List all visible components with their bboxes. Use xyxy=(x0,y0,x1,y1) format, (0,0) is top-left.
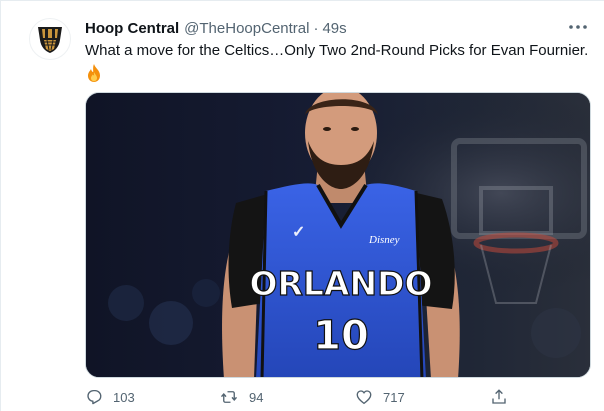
svg-text:✓: ✓ xyxy=(292,224,305,241)
user-handle[interactable]: @TheHoopCentral xyxy=(184,20,309,37)
like-button[interactable]: 717 xyxy=(355,388,405,406)
tweet-timestamp[interactable]: 49s xyxy=(322,20,346,37)
heart-icon xyxy=(356,390,372,405)
like-count: 717 xyxy=(383,389,405,405)
retweet-button[interactable]: 94 xyxy=(219,388,263,406)
player-photo: ✓ Disney ORLANDO 10 xyxy=(86,93,590,377)
tweet-header: Hoop Central @TheHoopCentral · 49s xyxy=(85,18,564,38)
retweet-icon xyxy=(220,391,238,403)
jersey-number: 10 xyxy=(313,313,369,359)
more-icon xyxy=(569,25,587,29)
tweet-text: What a move for the Celtics…Only Two 2nd… xyxy=(85,41,590,89)
tweet-actions: 103 94 717 xyxy=(85,388,525,410)
share-icon xyxy=(492,389,506,404)
retweet-count: 94 xyxy=(249,389,264,405)
jersey-team: ORLANDO xyxy=(249,264,432,303)
reply-icon xyxy=(87,389,102,405)
display-name[interactable]: Hoop Central xyxy=(85,20,179,37)
fire-emoji xyxy=(85,63,103,89)
avatar[interactable] xyxy=(29,18,71,60)
tweet-body: What a move for the Celtics…Only Two 2nd… xyxy=(85,42,589,59)
separator-dot: · xyxy=(313,19,319,37)
tweet[interactable]: Hoop Central @TheHoopCentral · 49s What … xyxy=(0,0,604,411)
more-options-button[interactable] xyxy=(568,17,588,37)
reply-count: 103 xyxy=(113,389,135,405)
jersey-sponsor: Disney xyxy=(368,234,400,246)
hoop-central-logo xyxy=(38,27,62,53)
tweet-image[interactable]: ✓ Disney ORLANDO 10 xyxy=(85,92,591,378)
reply-button[interactable]: 103 xyxy=(85,388,135,406)
share-button[interactable] xyxy=(490,388,508,406)
